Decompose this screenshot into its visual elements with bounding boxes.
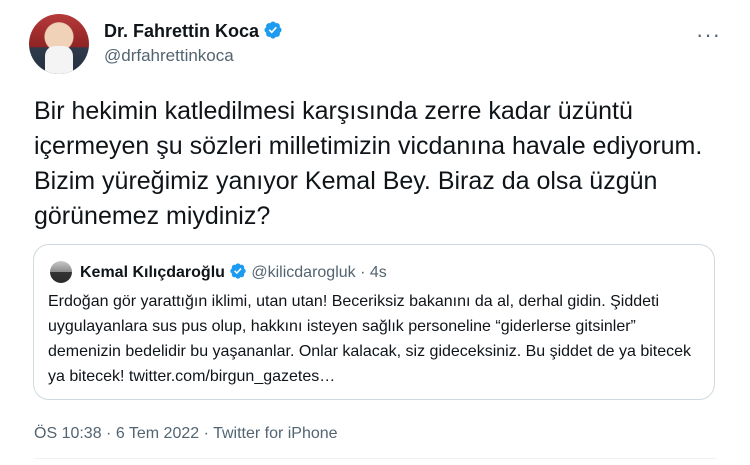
quoted-separator: · <box>360 264 366 281</box>
quoted-tweet-text: Erdoğan gör yarattığın iklimi, utan utan… <box>48 293 692 385</box>
divider <box>34 458 716 459</box>
quoted-author-avatar <box>50 261 72 283</box>
tweet-text: Bir hekimin katledilmesi karşısında zerr… <box>34 97 703 230</box>
author-name[interactable]: Dr. Fahrettin Koca <box>104 20 283 45</box>
quoted-time: 4s <box>369 264 387 281</box>
author-name-text: Dr. Fahrettin Koca <box>104 21 260 41</box>
quoted-author-handle: @kilicdarogluk <box>251 264 356 281</box>
quoted-verified-badge-icon <box>229 262 247 285</box>
author-avatar[interactable] <box>29 14 89 74</box>
tweet-meta[interactable]: ÖS 10:38 · 6 Tem 2022 · Twitter for iPho… <box>34 425 338 443</box>
author-handle[interactable]: @drfahrettinkoca <box>104 46 234 66</box>
quoted-tweet[interactable]: Kemal Kılıçdaroğlu @kilicdarogluk · 4s E… <box>33 244 715 400</box>
verified-badge-icon <box>263 20 283 45</box>
quoted-tweet-header: Kemal Kılıçdaroğlu @kilicdarogluk · 4s <box>80 262 387 285</box>
quoted-author-name: Kemal Kılıçdaroğlu <box>80 264 225 281</box>
more-options-icon[interactable]: ··· <box>696 22 721 48</box>
